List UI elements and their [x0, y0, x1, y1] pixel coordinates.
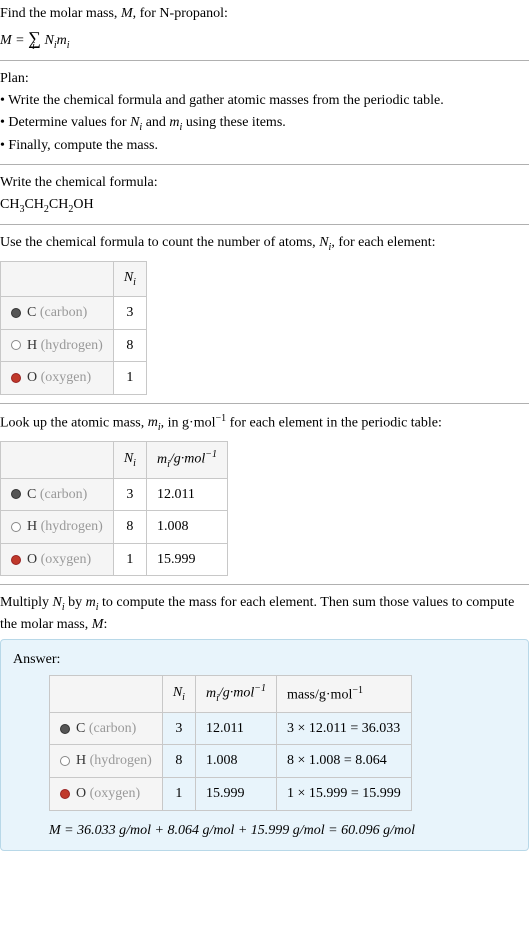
mi-value: 1.008	[195, 745, 276, 778]
plan-item-1: • Write the chemical formula and gather …	[0, 91, 529, 111]
elem-sym: H	[76, 753, 86, 768]
mi-value: 15.999	[195, 778, 276, 811]
answer-content: Ni mi/g·mol−1 mass/g·mol−1 C (carbon) 3 …	[13, 675, 516, 840]
oxygen-dot-icon	[11, 555, 21, 565]
atom-count-table: Ni C (carbon) 3 H (hydrogen) 8 O (oxygen…	[0, 261, 147, 395]
mass-value: 1 × 15.999 = 15.999	[277, 778, 412, 811]
plan-item-3: • Finally, compute the mass.	[0, 136, 529, 156]
step3-title: Look up the atomic mass, mi, in g·mol−1 …	[0, 412, 529, 435]
table-row: H (hydrogen) 8 1.008	[1, 511, 228, 544]
carbon-dot-icon	[60, 724, 70, 734]
step2-title: Use the chemical formula to count the nu…	[0, 233, 529, 255]
table-header-mi: mi/g·mol−1	[146, 442, 227, 478]
chemical-formula: CH3CH2CH2OH	[0, 195, 529, 217]
ni-value: 8	[113, 329, 146, 362]
mass-value: 8 × 1.008 = 8.064	[277, 745, 412, 778]
element-cell-h: H (hydrogen)	[1, 329, 114, 362]
elem-name: (hydrogen)	[41, 519, 103, 534]
elem-name: (carbon)	[40, 305, 87, 320]
table-header-ni: Ni	[113, 442, 146, 478]
chemical-formula-section: Write the chemical formula: CH3CH2CH2OH	[0, 165, 529, 225]
carbon-dot-icon	[11, 489, 21, 499]
table-row: C (carbon) 3 12.011 3 × 12.011 = 36.033	[50, 712, 412, 745]
answer-table: Ni mi/g·mol−1 mass/g·mol−1 C (carbon) 3 …	[49, 675, 412, 810]
answer-box: Answer: Ni mi/g·mol−1 mass/g·mol−1 C (ca…	[0, 639, 529, 851]
count-atoms-section: Use the chemical formula to count the nu…	[0, 225, 529, 403]
table-header-mass: mass/g·mol−1	[277, 676, 412, 712]
element-cell-o: O (oxygen)	[50, 778, 163, 811]
elem-sym: O	[27, 370, 37, 385]
plan-title: Plan:	[0, 69, 529, 89]
element-cell-o: O (oxygen)	[1, 543, 114, 576]
mi-value: 12.011	[195, 712, 276, 745]
plan-item-2: • Determine values for Ni and mi using t…	[0, 113, 529, 135]
oxygen-dot-icon	[11, 373, 21, 383]
elem-sym: C	[27, 305, 36, 320]
elem-sym: H	[27, 338, 37, 353]
elem-name: (hydrogen)	[41, 338, 103, 353]
ni-value: 8	[162, 745, 195, 778]
table-header-mi: mi/g·mol−1	[195, 676, 276, 712]
mi-value: 1.008	[146, 511, 227, 544]
elem-sym: C	[27, 487, 36, 502]
final-equation: M = 36.033 g/mol + 8.064 g/mol + 15.999 …	[49, 821, 516, 841]
intro-formula: M = ∑i Nimi	[0, 26, 529, 53]
mi-value: 12.011	[146, 478, 227, 511]
element-cell-c: C (carbon)	[1, 478, 114, 511]
elem-name: (hydrogen)	[90, 753, 152, 768]
ni-value: 3	[113, 478, 146, 511]
table-header-ni: Ni	[113, 262, 146, 297]
ni-value: 1	[162, 778, 195, 811]
table-header-blank	[50, 676, 163, 712]
elem-sym: O	[76, 786, 86, 801]
elem-sym: C	[76, 721, 85, 736]
oxygen-dot-icon	[60, 789, 70, 799]
table-row: H (hydrogen) 8	[1, 329, 147, 362]
ni-value: 1	[113, 543, 146, 576]
table-header-blank	[1, 262, 114, 297]
elem-name: (oxygen)	[41, 370, 92, 385]
intro-line: Find the molar mass, M, for N-propanol:	[0, 4, 529, 24]
atomic-mass-section: Look up the atomic mass, mi, in g·mol−1 …	[0, 404, 529, 586]
carbon-dot-icon	[11, 308, 21, 318]
table-row: C (carbon) 3	[1, 296, 147, 329]
elem-name: (oxygen)	[90, 786, 141, 801]
element-cell-h: H (hydrogen)	[50, 745, 163, 778]
element-cell-h: H (hydrogen)	[1, 511, 114, 544]
table-header-ni: Ni	[162, 676, 195, 712]
table-row: C (carbon) 3 12.011	[1, 478, 228, 511]
elem-name: (oxygen)	[41, 552, 92, 567]
ni-value: 1	[113, 362, 146, 395]
answer-label: Answer:	[13, 650, 516, 670]
mi-value: 15.999	[146, 543, 227, 576]
plan-section: Plan: • Write the chemical formula and g…	[0, 61, 529, 165]
hydrogen-dot-icon	[11, 522, 21, 532]
ni-value: 8	[113, 511, 146, 544]
element-cell-c: C (carbon)	[50, 712, 163, 745]
mass-value: 3 × 12.011 = 36.033	[277, 712, 412, 745]
step4-title: Multiply Ni by mi to compute the mass fo…	[0, 593, 529, 634]
ni-value: 3	[113, 296, 146, 329]
table-header-blank	[1, 442, 114, 478]
step1-title: Write the chemical formula:	[0, 173, 529, 193]
intro-section: Find the molar mass, M, for N-propanol: …	[0, 0, 529, 61]
elem-sym: O	[27, 552, 37, 567]
table-row: O (oxygen) 1 15.999	[1, 543, 228, 576]
hydrogen-dot-icon	[60, 756, 70, 766]
table-row: H (hydrogen) 8 1.008 8 × 1.008 = 8.064	[50, 745, 412, 778]
element-cell-c: C (carbon)	[1, 296, 114, 329]
atomic-mass-table: Ni mi/g·mol−1 C (carbon) 3 12.011 H (hyd…	[0, 441, 228, 576]
hydrogen-dot-icon	[11, 340, 21, 350]
table-row: O (oxygen) 1 15.999 1 × 15.999 = 15.999	[50, 778, 412, 811]
element-cell-o: O (oxygen)	[1, 362, 114, 395]
elem-name: (carbon)	[40, 487, 87, 502]
table-row: O (oxygen) 1	[1, 362, 147, 395]
elem-name: (carbon)	[89, 721, 136, 736]
elem-sym: H	[27, 519, 37, 534]
final-section: Multiply Ni by mi to compute the mass fo…	[0, 585, 529, 859]
ni-value: 3	[162, 712, 195, 745]
